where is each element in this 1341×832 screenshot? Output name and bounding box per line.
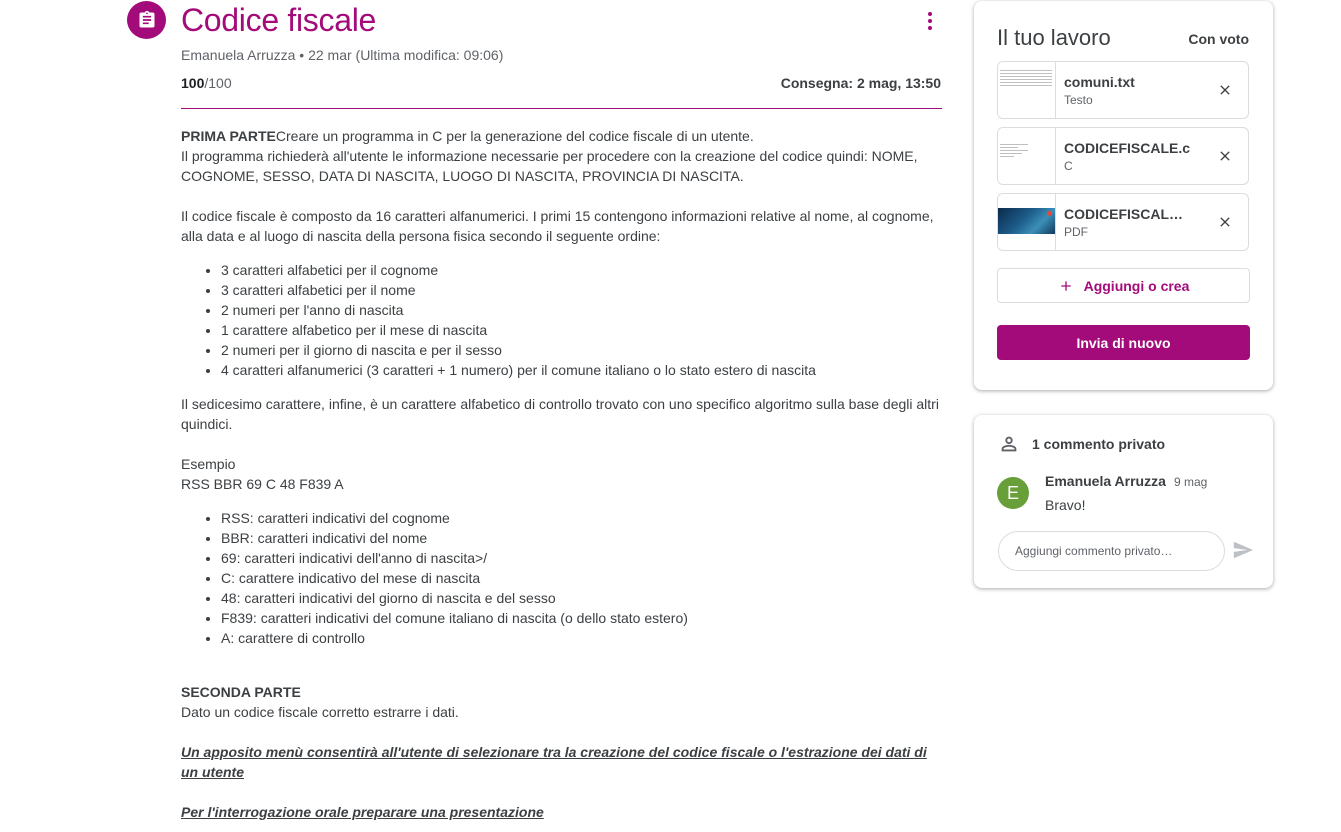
list-item: RSS: caratteri indicativi del cognome xyxy=(221,508,941,528)
menu-note: Un apposito menù consentirà all'utente d… xyxy=(181,744,927,780)
close-icon[interactable] xyxy=(1202,62,1248,118)
list-item: 3 caratteri alfabetici per il cognome xyxy=(221,260,941,280)
part1-intro: Creare un programma in C per la generazi… xyxy=(275,128,754,144)
attachment-thumbnail xyxy=(998,194,1056,250)
attachment-name: comuni.txt xyxy=(1064,74,1135,90)
part2-text: Dato un codice fiscale corretto estrarre… xyxy=(181,704,459,720)
person-icon xyxy=(1001,436,1017,452)
control-char-paragraph: Il sedicesimo carattere, infine, è un ca… xyxy=(181,396,939,432)
example-list: RSS: caratteri indicativi del cognome BB… xyxy=(181,508,941,648)
list-item: F839: caratteri indicativi del comune it… xyxy=(221,608,941,628)
list-item: BBR: caratteri indicativi del nome xyxy=(221,528,941,548)
list-item: 1 carattere alfabetico per il mese di na… xyxy=(221,320,941,340)
list-item: 3 caratteri alfabetici per il nome xyxy=(221,280,941,300)
list-item: C: carattere indicativo del mese di nasc… xyxy=(221,568,941,588)
private-comment-input[interactable] xyxy=(998,531,1225,571)
header-divider xyxy=(181,108,942,109)
attachment-type: Testo xyxy=(1064,93,1093,107)
private-comments-count: 1 commento privato xyxy=(1032,436,1166,452)
page-title: Codice fiscale xyxy=(181,2,377,38)
attachment-type: C xyxy=(1064,159,1073,173)
part1-heading: PRIMA PARTE xyxy=(181,128,276,144)
presentation-note: Per l'interrogazione orale preparare una… xyxy=(181,804,544,820)
list-item: 69: caratteri indicativi dell'anno di na… xyxy=(221,548,941,568)
part1-requirements: Il programma richiederà all'utente le in… xyxy=(181,148,918,184)
assignment-meta: Emanuela Arruzza • 22 mar (Ultima modifi… xyxy=(181,47,504,63)
points-total: /100 xyxy=(204,75,232,91)
list-item: 48: caratteri indicativi del giorno di n… xyxy=(221,588,941,608)
attachment-comuni[interactable]: comuni.txt Testo xyxy=(997,61,1249,119)
private-comments-header: 1 commento privato xyxy=(998,433,1165,455)
assignment-description: PRIMA PARTECreare un programma in C per … xyxy=(181,126,941,822)
attachment-codicefiscale-c[interactable]: CODICEFISCALE.c C xyxy=(997,127,1249,185)
status-badge: Con voto xyxy=(1188,31,1249,47)
attachment-name: CODICEFISCALE.c xyxy=(1064,140,1191,156)
attachment-codicefiscale-pdf[interactable]: CODICEFISCALE.… PDF xyxy=(997,193,1249,251)
plus-icon xyxy=(1060,280,1071,291)
part1-paragraph: PRIMA PARTECreare un programma in C per … xyxy=(181,126,941,146)
points-earned: 100 xyxy=(181,75,205,91)
due-date: Consegna: 2 mag, 13:50 xyxy=(780,75,941,91)
attachment-type: PDF xyxy=(1064,225,1088,239)
resubmit-button[interactable]: Invia di nuovo xyxy=(997,325,1250,360)
close-icon[interactable] xyxy=(1202,194,1248,250)
list-item: 2 numeri per l'anno di nascita xyxy=(221,300,941,320)
send-icon[interactable] xyxy=(1232,539,1256,563)
your-work-title: Il tuo lavoro xyxy=(997,25,1111,50)
part2-heading: SECONDA PARTE xyxy=(181,684,301,700)
list-item: A: carattere di controllo xyxy=(221,628,941,648)
example-label: Esempio xyxy=(181,456,236,472)
comment-date: 9 mag xyxy=(1174,475,1208,489)
add-or-create-label: Aggiungi o crea xyxy=(1083,277,1190,294)
assignment-icon xyxy=(127,1,166,39)
example-code: RSS BBR 69 C 48 F839 A xyxy=(181,476,344,492)
grade: 100/100 xyxy=(181,75,232,91)
list-item: 4 caratteri alfanumerici (3 caratteri + … xyxy=(221,360,941,380)
comment-text: Bravo! xyxy=(1045,497,1086,513)
attachment-thumbnail xyxy=(998,128,1056,184)
avatar: E xyxy=(997,477,1029,509)
part1-structure: Il codice fiscale è composto da 16 carat… xyxy=(181,208,934,244)
list-item: 2 numeri per il giorno di nascita e per … xyxy=(221,340,941,360)
structure-list: 3 caratteri alfabetici per il cognome 3 … xyxy=(181,260,941,380)
more-options-icon[interactable] xyxy=(918,8,942,34)
close-icon[interactable] xyxy=(1202,128,1248,184)
comment-author: Emanuela Arruzza xyxy=(1045,473,1166,489)
attachment-thumbnail xyxy=(998,62,1056,118)
add-or-create-button[interactable]: Aggiungi o crea xyxy=(997,268,1250,303)
private-comments-card: 1 commento privato E Emanuela Arruzza 9 … xyxy=(974,415,1273,588)
attachment-name: CODICEFISCALE.… xyxy=(1064,206,1192,222)
your-work-card: Il tuo lavoro Con voto comuni.txt Testo … xyxy=(974,1,1273,390)
